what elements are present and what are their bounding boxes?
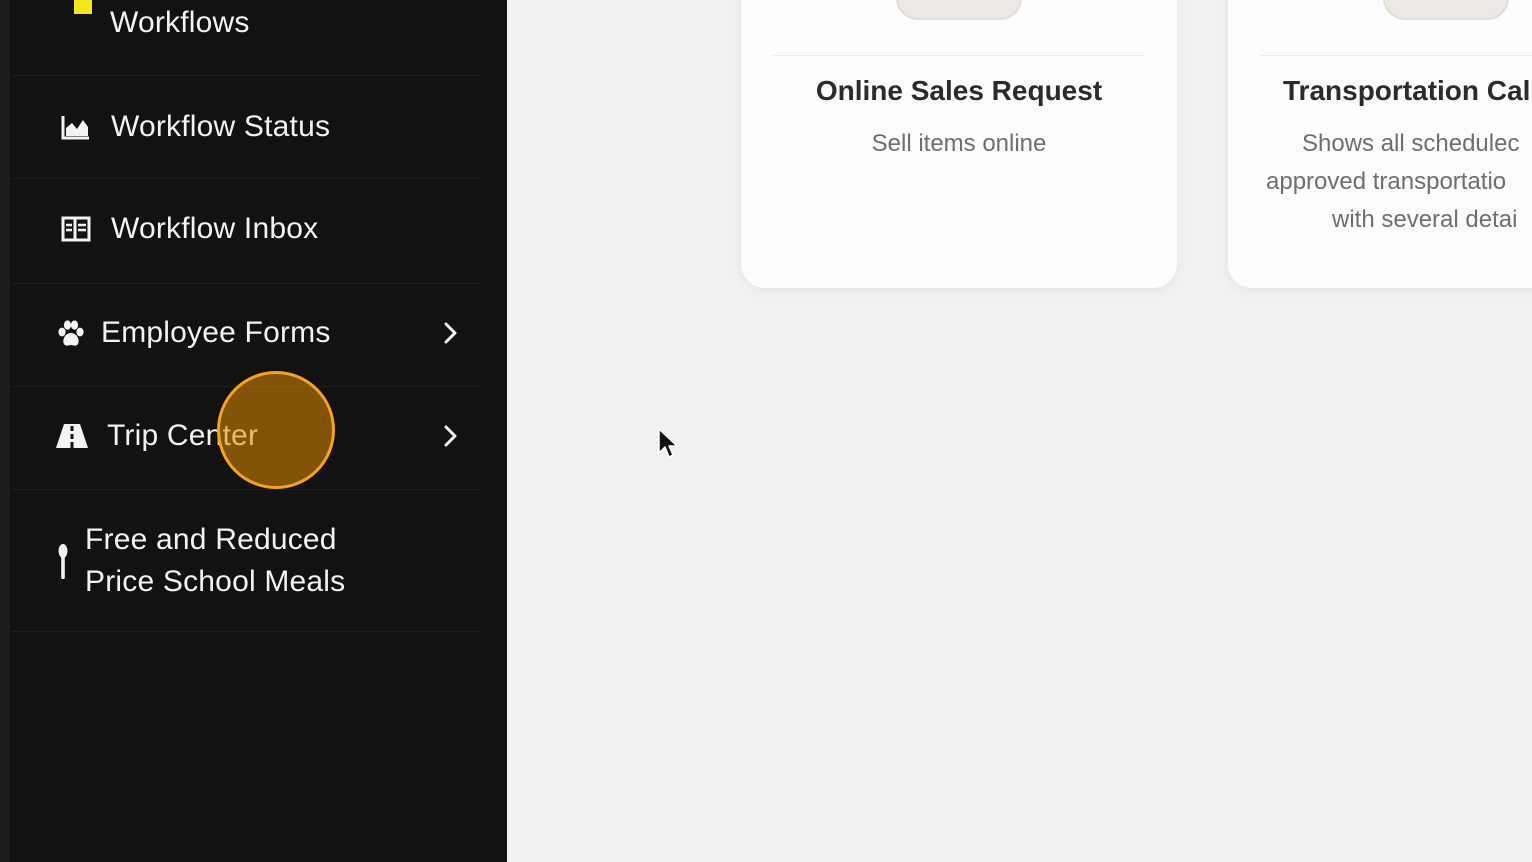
sidebar-item-workflow-inbox[interactable]: Workflow Inbox	[12, 179, 480, 284]
chart-area-icon	[60, 112, 92, 142]
click-indicator	[217, 371, 335, 489]
sidebar-item-label: Workflow Inbox	[111, 212, 319, 245]
card-divider	[1260, 55, 1532, 56]
road-icon	[54, 421, 90, 451]
inbox-icon	[60, 215, 92, 243]
card-online-sales-request[interactable]: Online Sales Request Sell items online	[741, 0, 1177, 288]
card-thumbnail	[896, 0, 1022, 20]
utensils-icon	[56, 542, 70, 582]
card-thumbnail	[1383, 0, 1509, 20]
card-description-line: with several detai	[1332, 206, 1518, 233]
mouse-cursor-icon	[658, 428, 678, 458]
sidebar-item-label-line2: Price School Meals	[85, 565, 346, 598]
chevron-right-icon	[440, 425, 462, 447]
sidebar-item-workflow-status[interactable]: Workflow Status	[12, 76, 480, 179]
sidebar-item-free-reduced-meals[interactable]: Free and Reduced Price School Meals	[12, 490, 480, 632]
sidebar-item-employee-forms[interactable]: Employee Forms	[12, 284, 480, 387]
card-description: Sell items online	[741, 125, 1177, 163]
card-title: Transportation Cal	[1283, 75, 1531, 106]
sidebar: Workflows Workflow Status Workflow Inbox…	[0, 0, 507, 862]
sidebar-item-label: Workflow Status	[111, 110, 331, 143]
card-divider	[773, 55, 1145, 56]
sidebar-item-label: Employee Forms	[101, 316, 331, 349]
sidebar-item-label: Workflows	[110, 6, 250, 39]
card-transportation-calendar[interactable]: Transportation Cal Shows all schedulec a…	[1228, 0, 1532, 288]
app-window: Workflows Workflow Status Workflow Inbox…	[0, 0, 1532, 862]
card-description-line: Sell items online	[871, 130, 1047, 157]
sidebar-item-workflows[interactable]: Workflows	[12, 0, 480, 76]
card-title: Online Sales Request	[815, 75, 1103, 106]
sidebar-item-label-line1: Free and Reduced	[85, 523, 337, 556]
card-description-line: approved transportatio	[1266, 168, 1507, 195]
workflows-icon	[74, 0, 92, 14]
card-description-line: Shows all schedulec	[1302, 130, 1520, 157]
paw-icon	[54, 317, 88, 351]
chevron-right-icon	[440, 322, 462, 344]
sidebar-edge	[0, 0, 10, 862]
card-description: Shows all schedulec approved transportat…	[1266, 125, 1532, 239]
